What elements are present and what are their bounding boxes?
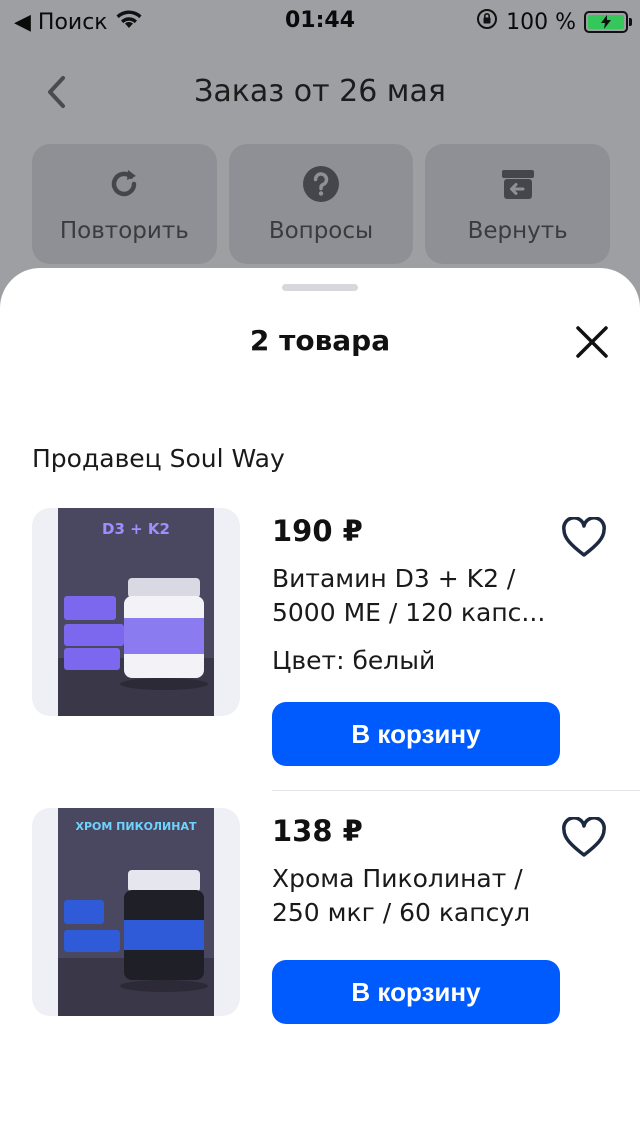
questions-button[interactable]: Вопросы (228, 144, 414, 264)
vitamin-d3-k2-image: D3 + K2 (58, 508, 214, 716)
close-button[interactable] (570, 320, 614, 364)
question-icon (301, 164, 341, 204)
seller-name: Продавец Soul Way (32, 444, 285, 473)
heart-icon (562, 817, 606, 857)
repeat-icon (104, 164, 144, 204)
image-title: D3 + K2 (102, 520, 170, 538)
product-image[interactable]: ХРОМ ПИКОЛИНАТ (32, 808, 240, 1016)
return-button[interactable]: Вернуть (425, 144, 611, 264)
favorite-button[interactable] (558, 814, 610, 862)
close-icon (576, 326, 608, 358)
sheet-title: 2 товара (249, 324, 391, 357)
sheet-grabber[interactable] (282, 284, 358, 291)
repeat-order-button[interactable]: Повторить (32, 144, 217, 264)
items-bottom-sheet: 2 товара Продавец Soul Way D3 + K2 190 ₽… (0, 268, 640, 1136)
chromium-picolinate-image: ХРОМ ПИКОЛИНАТ (58, 808, 214, 1016)
return-label: Вернуть (467, 218, 568, 244)
product-image[interactable]: D3 + K2 (32, 508, 240, 716)
return-box-icon (498, 164, 538, 204)
add-to-cart-button[interactable]: В корзину (272, 960, 560, 1024)
status-bar: ◀ Поиск 01:44 100 % (0, 0, 640, 40)
product-price: 190 ₽ (272, 514, 363, 548)
image-title: ХРОМ ПИКОЛИНАТ (76, 820, 197, 833)
order-actions: Повторить Вопросы Вернуть (32, 144, 611, 264)
orientation-lock-icon (476, 8, 498, 36)
favorite-button[interactable] (558, 514, 610, 562)
product-name[interactable]: Витамин D3 + K2 / 5000 МЕ / 120 капс... (272, 562, 572, 630)
divider (272, 790, 640, 791)
product-name[interactable]: Хрома Пиколинат / 250 мкг / 60 капсул (272, 862, 572, 930)
product-color: Цвет: белый (272, 646, 436, 675)
battery-icon (584, 11, 632, 33)
heart-icon (562, 517, 606, 557)
page-title: Заказ от 26 мая (194, 74, 446, 109)
product-price: 138 ₽ (272, 814, 363, 848)
add-to-cart-button[interactable]: В корзину (272, 702, 560, 766)
repeat-label: Повторить (59, 218, 189, 244)
battery-percent: 100 % (506, 9, 576, 35)
questions-label: Вопросы (268, 218, 374, 244)
